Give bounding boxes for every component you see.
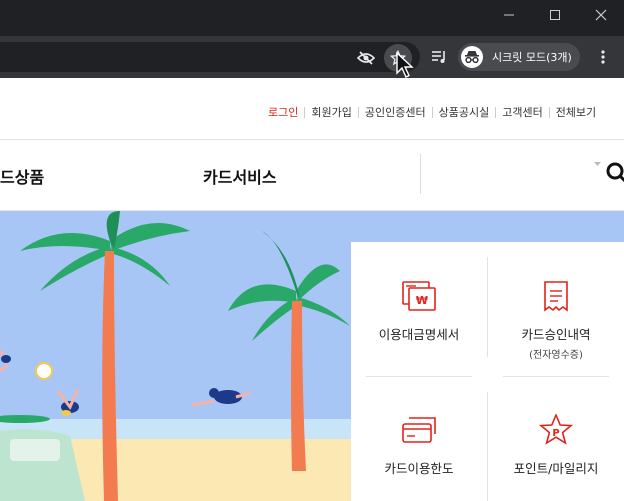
view-all-link[interactable]: 전체보기 [556, 104, 596, 120]
palm-tree-2 [228, 231, 350, 341]
gnb-card-services[interactable]: 카드서비스 [203, 164, 277, 188]
hero-banner[interactable]: ₩ 이용대금명세서 카드승인내역 (전자영수증) 카드이용한도 P 포인트/마일… [0, 211, 624, 501]
browser-titlebar [0, 0, 624, 36]
cert-center-link[interactable]: 공인인증센터 [365, 104, 426, 120]
browser-toolbar: 시크릿 모드(3개) [0, 36, 624, 78]
point-star-icon: P [538, 412, 574, 445]
utility-nav: 로그인 회원가입 공인인증센터 상품공시실 고객센터 전체보기 [268, 104, 596, 120]
minimize-button[interactable] [486, 0, 532, 30]
quick-menu-statement[interactable]: ₩ 이용대금명세서 [351, 280, 487, 343]
quick-menu-limit[interactable]: 카드이용한도 [351, 414, 487, 477]
swimmer-2 [56, 388, 80, 416]
divider [548, 106, 550, 118]
maximize-button[interactable] [532, 0, 578, 30]
divider [366, 376, 472, 377]
incognito-icon [461, 46, 483, 68]
card-limit-icon [402, 417, 436, 443]
divider [304, 106, 306, 118]
bill-icon: ₩ [402, 281, 436, 311]
maximize-icon [550, 10, 560, 20]
quick-menu-label: 카드이용한도 [384, 461, 454, 476]
tracking-blocked-button[interactable] [354, 46, 378, 70]
browser-menu-button[interactable] [592, 46, 614, 68]
signup-link[interactable]: 회원가입 [311, 104, 351, 120]
mouse-cursor-icon [396, 51, 414, 78]
svg-text:P: P [552, 428, 559, 439]
divider [431, 106, 433, 118]
minimize-icon [504, 14, 514, 16]
quick-menu-sublabel: (전자영수증) [529, 350, 583, 361]
incognito-label: 시크릿 모드(3개) [492, 51, 572, 64]
header-divider [0, 139, 624, 140]
quick-menu-point[interactable]: P 포인트/마일리지 [488, 412, 624, 477]
divider [357, 106, 359, 118]
receipt-icon [544, 281, 568, 312]
quick-menu-panel: ₩ 이용대금명세서 카드승인내역 (전자영수증) 카드이용한도 P 포인트/마일… [351, 242, 624, 501]
caret-down-icon [594, 162, 601, 166]
incognito-profile-button[interactable]: 시크릿 모드(3개) [458, 43, 580, 71]
close-window-button[interactable] [578, 0, 624, 30]
web-page: 로그인 회원가입 공인인증센터 상품공시실 고객센터 전체보기 드상품 카드서비… [0, 78, 624, 501]
divider [503, 376, 609, 377]
product-disclosure-link[interactable]: 상품공시실 [439, 104, 490, 120]
customer-center-link[interactable]: 고객센터 [502, 104, 542, 120]
more-vert-icon [601, 50, 605, 64]
quick-menu-label: 포인트/마일리지 [513, 461, 599, 476]
eye-off-icon [357, 51, 375, 65]
login-link[interactable]: 로그인 [268, 104, 298, 120]
svg-text:₩: ₩ [416, 294, 428, 307]
gnb-card-products[interactable]: 드상품 [0, 164, 44, 188]
gnb-divider [420, 154, 421, 194]
search-icon[interactable] [606, 162, 624, 184]
playlist-icon [432, 51, 445, 63]
media-control-button[interactable] [428, 46, 450, 68]
divider [495, 106, 497, 118]
quick-menu-label: 카드승인내역 [521, 327, 591, 342]
quick-menu-approval[interactable]: 카드승인내역 (전자영수증) [488, 280, 624, 361]
quick-menu-label: 이용대금명세서 [378, 327, 460, 342]
close-icon [595, 9, 607, 21]
beach-ball [35, 362, 53, 380]
